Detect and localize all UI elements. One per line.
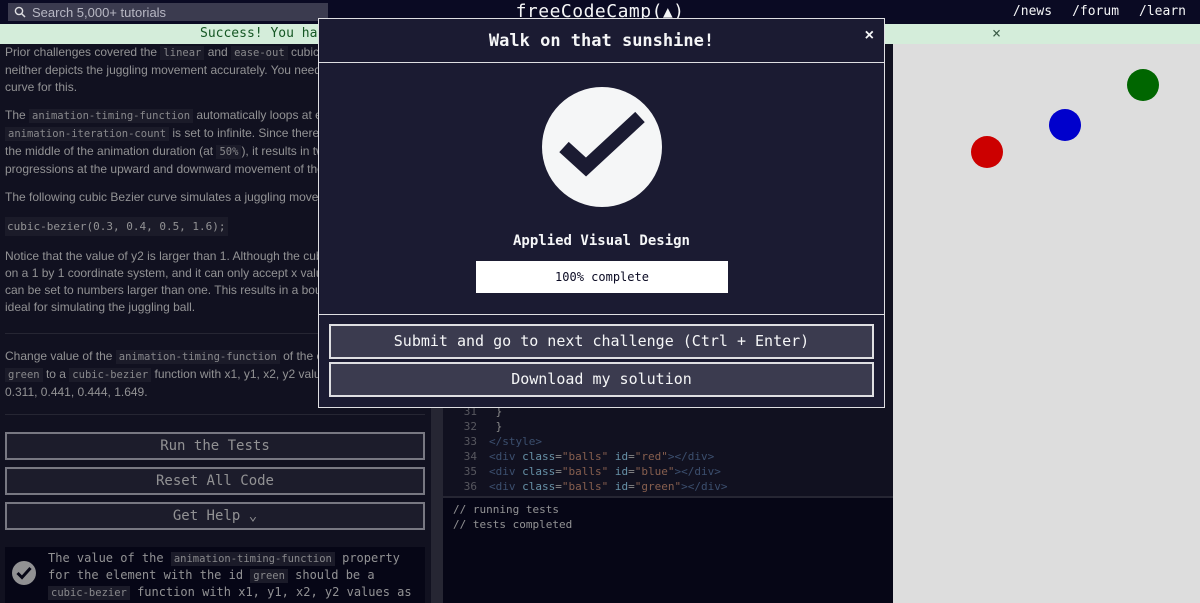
completion-modal: Walk on that sunshine! × Applied Visual … bbox=[318, 18, 885, 408]
download-solution-button[interactable]: Download my solution bbox=[329, 362, 874, 397]
search-icon bbox=[14, 6, 26, 18]
banner-text: Success! You have bbox=[200, 26, 334, 41]
success-check-icon bbox=[542, 87, 662, 207]
red-ball bbox=[971, 136, 1003, 168]
submit-next-button[interactable]: Submit and go to next challenge (Ctrl + … bbox=[329, 324, 874, 359]
search-input[interactable] bbox=[32, 4, 312, 20]
block-title: Applied Visual Design bbox=[512, 233, 690, 249]
modal-title: Walk on that sunshine! bbox=[488, 31, 715, 51]
nav-links: /news /forum /learn bbox=[1013, 4, 1186, 19]
nav-link-learn[interactable]: /learn bbox=[1139, 4, 1186, 19]
green-ball bbox=[1127, 69, 1159, 101]
modal-divider bbox=[319, 314, 884, 315]
progress-bar: 100% complete bbox=[476, 261, 728, 293]
blue-ball bbox=[1049, 109, 1081, 141]
search-box[interactable] bbox=[8, 3, 328, 21]
preview-pane bbox=[893, 44, 1200, 603]
nav-link-forum[interactable]: /forum bbox=[1072, 4, 1119, 19]
banner-close-icon[interactable]: × bbox=[992, 24, 1001, 42]
nav-link-news[interactable]: /news bbox=[1013, 4, 1052, 19]
modal-header: Walk on that sunshine! × bbox=[319, 19, 884, 63]
modal-close-icon[interactable]: × bbox=[865, 27, 874, 45]
